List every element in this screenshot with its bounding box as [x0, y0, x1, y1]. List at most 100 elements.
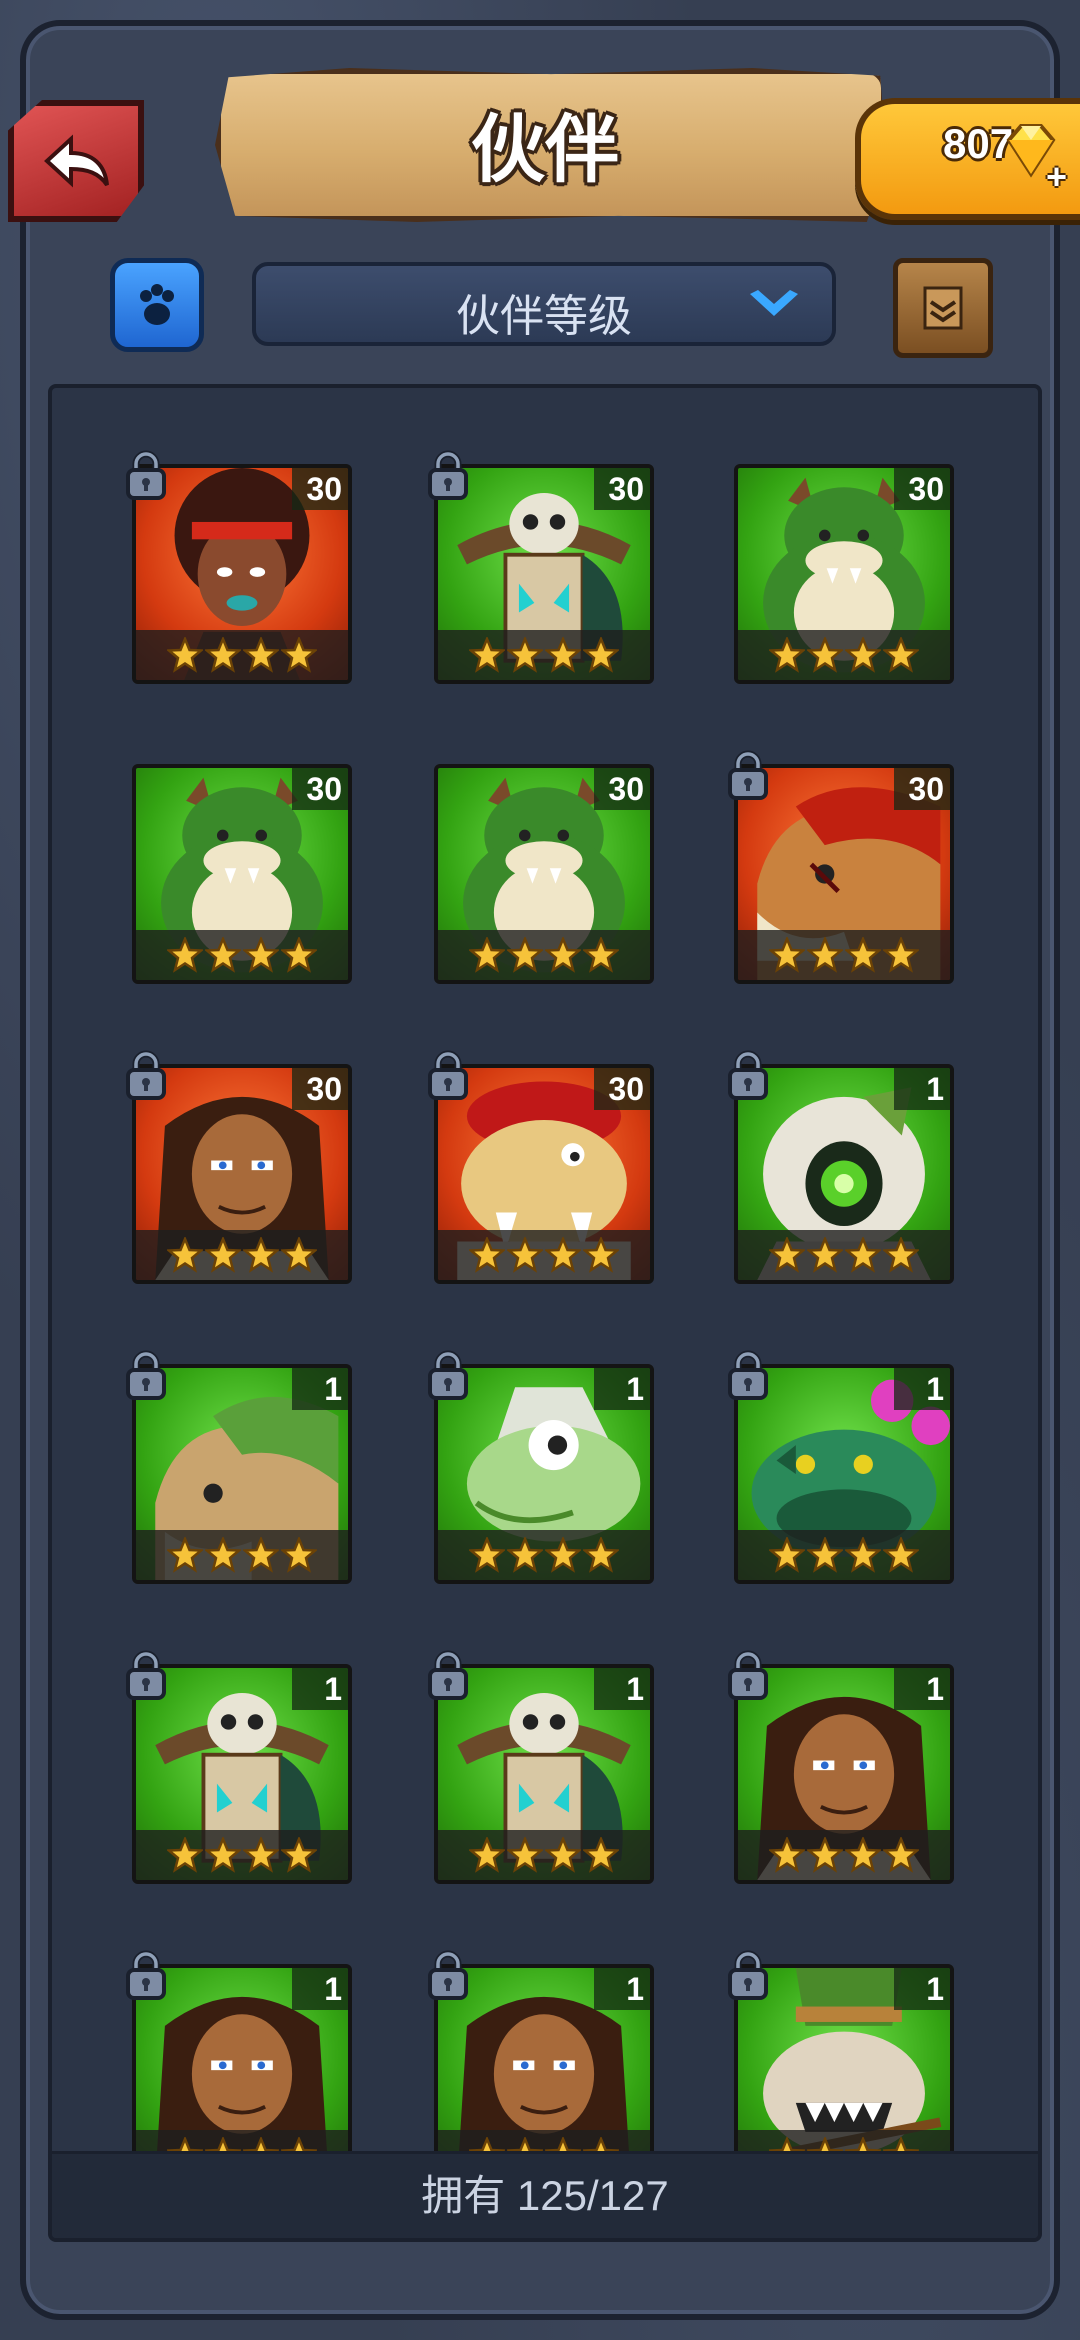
star-icon: [507, 1837, 543, 1873]
back-arrow-icon: [44, 134, 109, 188]
star-icon: [583, 1237, 619, 1273]
owned-count: 拥有 125/127: [421, 2172, 669, 2219]
star-icon: [769, 1237, 805, 1273]
star-rating: [136, 930, 348, 980]
filter-button[interactable]: [110, 258, 204, 352]
partner-level: 30: [594, 768, 650, 810]
star-icon: [507, 1537, 543, 1573]
paw-filter-icon: [140, 284, 174, 325]
partner-level: 1: [894, 1968, 950, 2010]
star-icon: [507, 937, 543, 973]
star-icon: [545, 1237, 581, 1273]
lock-icon[interactable]: [726, 750, 770, 800]
star-icon: [883, 1537, 919, 1573]
star-icon: [243, 637, 279, 673]
star-rating: [438, 1830, 650, 1880]
partner-level: 1: [894, 1668, 950, 1710]
back-button[interactable]: [8, 100, 144, 222]
partner-card[interactable]: 30: [132, 764, 352, 984]
lock-icon[interactable]: [426, 1350, 470, 1400]
star-icon: [845, 637, 881, 673]
star-icon: [167, 1837, 203, 1873]
sort-dropdown[interactable]: 伙伴等级: [252, 262, 836, 346]
star-icon: [769, 637, 805, 673]
star-icon: [545, 1537, 581, 1573]
star-icon: [469, 1237, 505, 1273]
star-rating: [738, 1230, 950, 1280]
star-rating: [738, 930, 950, 980]
star-icon: [243, 1537, 279, 1573]
star-icon: [205, 1537, 241, 1573]
partner-card[interactable]: 30: [734, 464, 954, 684]
partner-level: 30: [594, 468, 650, 510]
star-icon: [583, 1837, 619, 1873]
page-title: 伙伴: [471, 108, 619, 191]
partner-level: 30: [292, 768, 348, 810]
star-rating: [438, 1230, 650, 1280]
star-rating: [136, 1530, 348, 1580]
lock-icon[interactable]: [124, 1350, 168, 1400]
chevron-down-icon: [750, 290, 798, 316]
lock-icon[interactable]: [726, 1050, 770, 1100]
star-icon: [883, 1237, 919, 1273]
partner-level: 1: [894, 1368, 950, 1410]
star-icon: [807, 1537, 843, 1573]
partner-grid: 30 30 30 30 30 30 30 30 1 1 1 1 1 1 1 1 1 1: [52, 388, 1038, 2238]
star-icon: [769, 1537, 805, 1573]
star-icon: [845, 1237, 881, 1273]
partner-card[interactable]: 30: [434, 764, 654, 984]
lock-icon[interactable]: [426, 1050, 470, 1100]
star-icon: [883, 937, 919, 973]
partner-level: 1: [292, 1668, 348, 1710]
lock-icon[interactable]: [124, 450, 168, 500]
lock-icon[interactable]: [426, 450, 470, 500]
star-rating: [738, 1530, 950, 1580]
star-icon: [281, 1237, 317, 1273]
star-icon: [845, 937, 881, 973]
lock-icon[interactable]: [124, 1650, 168, 1700]
star-icon: [205, 1237, 241, 1273]
add-gems-icon[interactable]: +: [1046, 156, 1067, 198]
star-icon: [243, 1237, 279, 1273]
star-icon: [507, 1237, 543, 1273]
lock-icon[interactable]: [726, 1350, 770, 1400]
star-icon: [281, 1837, 317, 1873]
star-icon: [281, 637, 317, 673]
star-icon: [167, 1537, 203, 1573]
star-icon: [281, 1537, 317, 1573]
star-icon: [205, 937, 241, 973]
star-rating: [738, 1830, 950, 1880]
star-icon: [469, 1837, 505, 1873]
star-icon: [883, 1837, 919, 1873]
star-rating: [438, 1530, 650, 1580]
star-icon: [507, 637, 543, 673]
star-rating: [136, 630, 348, 680]
star-icon: [807, 1837, 843, 1873]
star-icon: [545, 637, 581, 673]
star-icon: [167, 637, 203, 673]
partner-level: 30: [594, 1068, 650, 1110]
scroll-book-button[interactable]: [893, 258, 993, 358]
gem-counter[interactable]: 807 +: [855, 98, 1080, 220]
lock-icon[interactable]: [124, 1050, 168, 1100]
star-icon: [883, 637, 919, 673]
partner-list-panel[interactable]: 30 30 30 30 30 30 30 30 1 1 1 1 1 1 1 1 1 1 拥有 125/127: [48, 384, 1042, 2242]
star-icon: [469, 937, 505, 973]
partner-level: 30: [292, 468, 348, 510]
star-icon: [243, 937, 279, 973]
lock-icon[interactable]: [426, 1650, 470, 1700]
star-rating: [136, 1830, 348, 1880]
star-icon: [845, 1537, 881, 1573]
scroll-icon: [923, 286, 963, 330]
star-icon: [845, 1837, 881, 1873]
partner-level: 1: [594, 1368, 650, 1410]
partner-level: 1: [292, 1368, 348, 1410]
star-icon: [545, 937, 581, 973]
partner-level: 30: [894, 768, 950, 810]
lock-icon[interactable]: [726, 1950, 770, 2000]
star-icon: [469, 637, 505, 673]
lock-icon[interactable]: [726, 1650, 770, 1700]
lock-icon[interactable]: [426, 1950, 470, 2000]
lock-icon[interactable]: [124, 1950, 168, 2000]
star-icon: [583, 1537, 619, 1573]
